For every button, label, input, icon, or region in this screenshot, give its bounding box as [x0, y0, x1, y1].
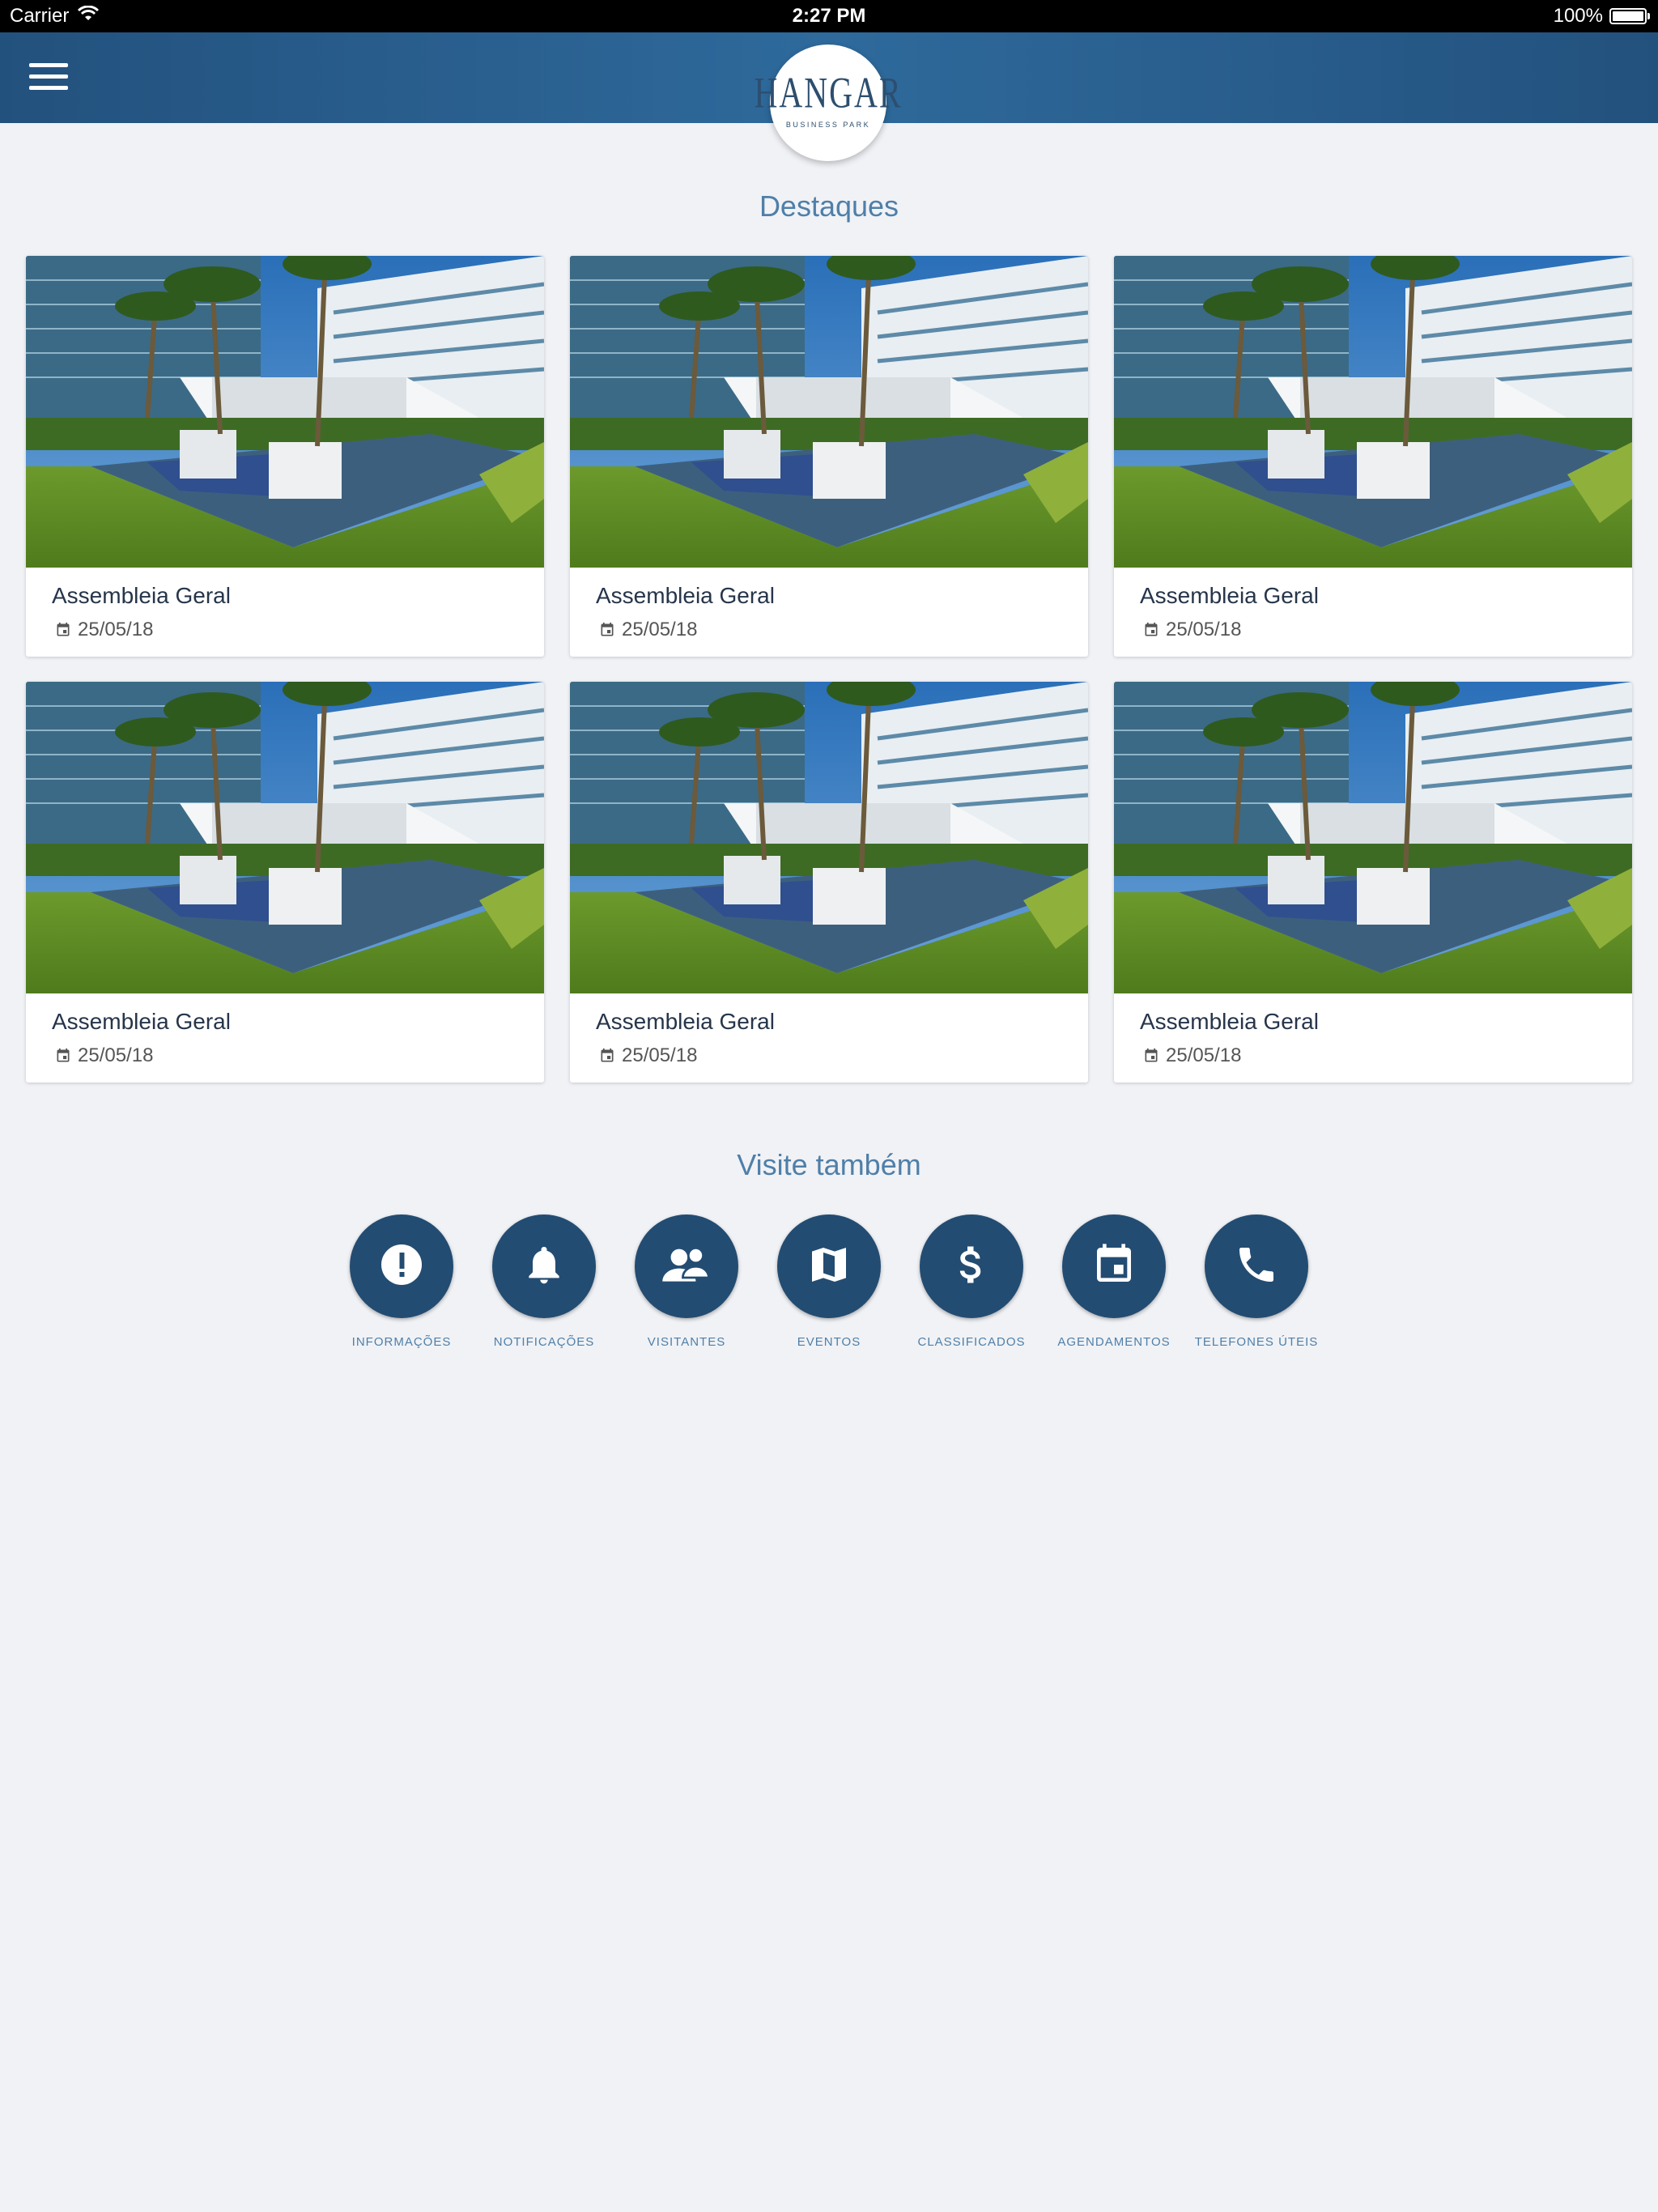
- calendar-icon: [599, 1048, 615, 1064]
- card-title: Assembleia Geral: [52, 1009, 231, 1034]
- card-date-row: 25/05/18: [55, 1044, 153, 1067]
- card-date: 25/05/18: [78, 1044, 154, 1066]
- card-image: [570, 682, 1088, 993]
- highlight-card[interactable]: Assembleia Geral 25/05/18: [26, 256, 544, 657]
- building-photo: [26, 256, 544, 568]
- dollar-icon: [947, 1240, 996, 1293]
- hamburger-menu-icon[interactable]: [18, 57, 79, 99]
- card-title: Assembleia Geral: [596, 1009, 775, 1034]
- card-image: [1114, 682, 1632, 993]
- hangar-logo[interactable]: HANGAR BUSINESS PARK: [754, 45, 901, 161]
- shortcut-label: CLASSIFICADOS: [917, 1335, 1026, 1349]
- highlight-card[interactable]: Assembleia Geral 25/05/18: [1114, 256, 1632, 657]
- card-date: 25/05/18: [622, 619, 698, 640]
- calendar-icon: [1143, 1048, 1159, 1064]
- shortcut-circle[interactable]: [492, 1214, 596, 1318]
- calendar-icon: [55, 622, 71, 638]
- logo-subtext: BUSINESS PARK: [785, 121, 871, 129]
- status-bar: Carrier 2:27 PM 100%: [0, 0, 1658, 32]
- bell-icon: [521, 1242, 567, 1291]
- card-title: Assembleia Geral: [52, 583, 231, 608]
- card-date-row: 25/05/18: [599, 619, 697, 641]
- shortcut-circle[interactable]: [920, 1214, 1023, 1318]
- shortcut-label: AGENDAMENTOS: [1057, 1335, 1171, 1349]
- calendar-icon: [599, 622, 615, 638]
- card-image: [26, 256, 544, 568]
- shortcut-circle[interactable]: [1205, 1214, 1308, 1318]
- building-photo: [26, 682, 544, 993]
- shortcut-notificacoes[interactable]: NOTIFICAÇÕES: [473, 1214, 615, 1352]
- shortcut-telefones-uteis[interactable]: TELEFONES ÚTEIS: [1185, 1214, 1328, 1352]
- shortcut-agendamentos[interactable]: AGENDAMENTOS: [1043, 1214, 1185, 1352]
- card-title: Assembleia Geral: [596, 583, 775, 608]
- card-title: Assembleia Geral: [1140, 583, 1319, 608]
- highlight-card[interactable]: Assembleia Geral 25/05/18: [26, 682, 544, 1083]
- visitors-icon: [661, 1242, 712, 1291]
- phone-icon: [1234, 1242, 1279, 1291]
- shortcut-label: TELEFONES ÚTEIS: [1194, 1335, 1319, 1349]
- card-date-row: 25/05/18: [1143, 619, 1241, 641]
- card-image: [1114, 256, 1632, 568]
- map-icon: [806, 1242, 852, 1291]
- highlights-title: Destaques: [759, 189, 899, 223]
- card-date-row: 25/05/18: [55, 619, 153, 641]
- calendar-icon: [1091, 1242, 1137, 1291]
- card-date-row: 25/05/18: [1143, 1044, 1241, 1067]
- card-date: 25/05/18: [78, 619, 154, 640]
- shortcut-informacoes[interactable]: INFORMAÇÕES: [330, 1214, 473, 1352]
- calendar-icon: [55, 1048, 71, 1064]
- shortcut-label: VISITANTES: [647, 1335, 726, 1349]
- card-date: 25/05/18: [622, 1044, 698, 1066]
- card-image: [26, 682, 544, 993]
- card-image: [570, 256, 1088, 568]
- shortcut-label: INFORMAÇÕES: [351, 1335, 452, 1349]
- status-time: 2:27 PM: [792, 5, 866, 27]
- highlight-card[interactable]: Assembleia Geral 25/05/18: [1114, 682, 1632, 1083]
- building-photo: [570, 682, 1088, 993]
- card-date: 25/05/18: [1166, 619, 1242, 640]
- logo-text: HANGAR: [754, 67, 903, 117]
- battery-icon: [1609, 8, 1650, 24]
- card-date-row: 25/05/18: [599, 1044, 697, 1067]
- visit-also-title: Visite também: [737, 1148, 921, 1181]
- shortcut-circle[interactable]: [350, 1214, 453, 1318]
- highlight-card[interactable]: Assembleia Geral 25/05/18: [570, 256, 1088, 657]
- shortcut-classificados[interactable]: CLASSIFICADOS: [900, 1214, 1043, 1352]
- card-title: Assembleia Geral: [1140, 1009, 1319, 1034]
- battery-status: 100%: [1553, 5, 1650, 28]
- building-photo: [570, 256, 1088, 568]
- battery-percent: 100%: [1553, 5, 1603, 27]
- highlight-card[interactable]: Assembleia Geral 25/05/18: [570, 682, 1088, 1083]
- shortcut-visitantes[interactable]: VISITANTES: [615, 1214, 758, 1352]
- building-photo: [1114, 682, 1632, 993]
- building-photo: [1114, 256, 1632, 568]
- shortcut-circle[interactable]: [777, 1214, 881, 1318]
- shortcut-circle[interactable]: [1062, 1214, 1166, 1318]
- card-date: 25/05/18: [1166, 1044, 1242, 1066]
- shortcut-circle[interactable]: [635, 1214, 738, 1318]
- shortcut-eventos[interactable]: EVENTOS: [758, 1214, 900, 1352]
- calendar-icon: [1143, 622, 1159, 638]
- shortcut-label: EVENTOS: [797, 1335, 861, 1349]
- shortcut-label: NOTIFICAÇÕES: [493, 1335, 595, 1349]
- alert-icon: [377, 1240, 426, 1293]
